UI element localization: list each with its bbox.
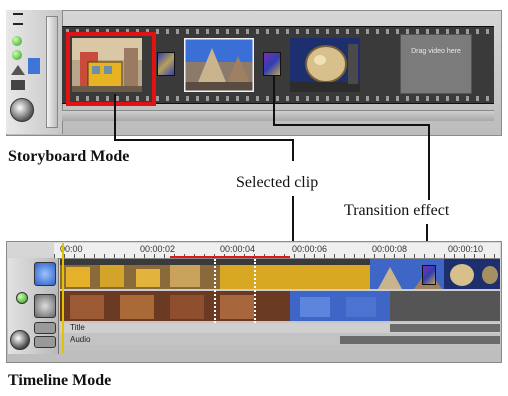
trim-icon[interactable] bbox=[11, 65, 25, 75]
track-enable-icon[interactable] bbox=[16, 292, 28, 304]
record-indicator-icon[interactable] bbox=[12, 36, 22, 46]
pin-icon[interactable] bbox=[13, 13, 23, 25]
timeline-transition-icon[interactable] bbox=[422, 265, 436, 285]
selection-range-marker bbox=[170, 256, 290, 258]
title-track-label: Title bbox=[70, 323, 85, 332]
title-track bbox=[60, 323, 500, 333]
video-track bbox=[60, 259, 500, 289]
preview-indicator-icon[interactable] bbox=[12, 50, 22, 60]
title-track-bar bbox=[390, 324, 500, 332]
ruler-label: 00:00:08 bbox=[372, 244, 408, 254]
ruler-label: 00:00:04 bbox=[220, 244, 256, 254]
transition-effect-label: Transition effect bbox=[344, 202, 450, 219]
callout-line bbox=[428, 124, 430, 200]
timeline-clip-selected[interactable] bbox=[220, 259, 370, 289]
ruler-label: 00:00:06 bbox=[292, 244, 328, 254]
video-track-icon[interactable] bbox=[34, 262, 56, 286]
empty-clip-slot[interactable]: Drag video here bbox=[400, 34, 472, 94]
audio-track-icon[interactable] bbox=[34, 336, 56, 348]
overlay-track-icon[interactable] bbox=[34, 294, 56, 318]
cut-icon[interactable] bbox=[11, 80, 25, 90]
mode-toggle-button[interactable] bbox=[10, 98, 34, 122]
audio-track bbox=[60, 335, 500, 345]
vertical-scrollbar[interactable] bbox=[46, 16, 58, 128]
storyboard-clip-street[interactable] bbox=[184, 38, 254, 92]
audio-track-label: Audio bbox=[70, 335, 91, 344]
mode-toggle-button[interactable] bbox=[10, 330, 30, 350]
callout-line bbox=[114, 139, 294, 141]
callout-line bbox=[273, 76, 275, 126]
overlay-empty bbox=[390, 291, 500, 321]
clip-boundary-marker bbox=[214, 259, 216, 323]
horizontal-scrollbar[interactable] bbox=[62, 110, 494, 121]
timeline-clip-sculpture[interactable] bbox=[444, 259, 500, 289]
timeline-clip-street[interactable] bbox=[370, 259, 450, 289]
audio-track-bar bbox=[340, 336, 500, 344]
callout-line bbox=[114, 94, 116, 140]
ruler-label: 00:00:02 bbox=[140, 244, 176, 254]
transition-icon[interactable] bbox=[263, 52, 281, 76]
overlay-clip-2[interactable] bbox=[290, 291, 390, 321]
ruler-label: 00:00:10 bbox=[448, 244, 484, 254]
track-controls bbox=[8, 258, 59, 354]
storyboard-clip-sculpture[interactable] bbox=[290, 38, 360, 92]
transition-icon[interactable] bbox=[157, 52, 175, 76]
selected-clip-outline bbox=[66, 32, 156, 106]
overlay-track bbox=[60, 291, 500, 321]
callout-line bbox=[273, 124, 429, 126]
timeline-playhead[interactable] bbox=[62, 243, 64, 353]
timeline-mode-label: Timeline Mode bbox=[8, 372, 112, 389]
timeline-clip-tram[interactable] bbox=[60, 259, 220, 289]
storyboard-mode-icon[interactable] bbox=[28, 58, 40, 74]
storyboard-toolbar bbox=[6, 10, 63, 134]
title-track-icon[interactable] bbox=[34, 322, 56, 334]
callout-line bbox=[292, 139, 294, 161]
selected-clip-label: Selected clip bbox=[236, 174, 319, 191]
clip-boundary-marker bbox=[254, 259, 256, 323]
storyboard-mode-label: Storyboard Mode bbox=[8, 148, 130, 165]
